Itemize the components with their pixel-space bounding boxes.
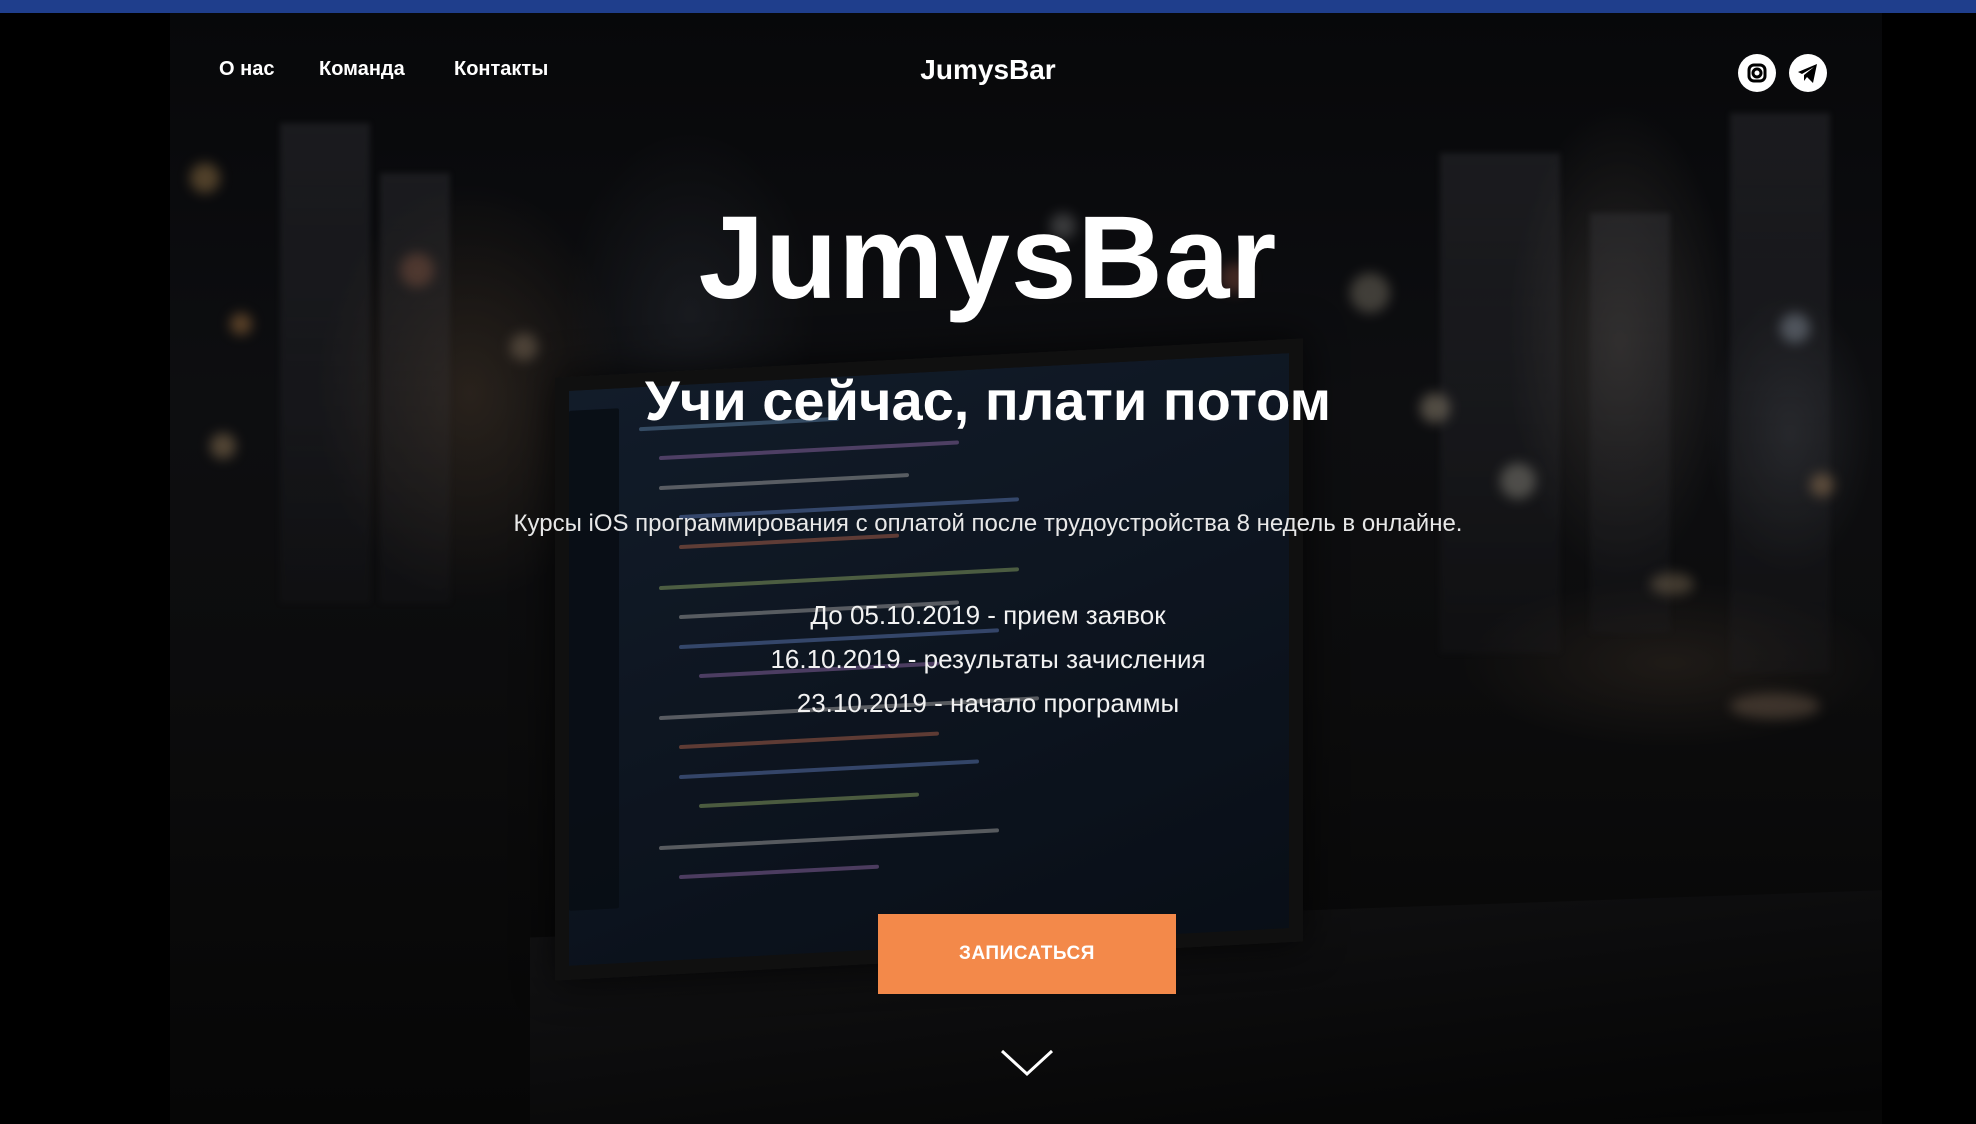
hero-description: Курсы iOS программирования с оплатой пос… [513,510,1463,537]
nav-link-about[interactable]: О нас [219,58,274,81]
signup-button[interactable]: ЗАПИСАТЬСЯ [878,914,1176,994]
nav-brand-logo[interactable]: JumysBar [920,54,1055,85]
telegram-icon[interactable] [1789,54,1827,92]
page-frame: О нас Команда Контакты JumysBar JumysBar… [0,0,1976,1124]
browser-top-border [0,0,1976,13]
hero-subtitle: Учи сейчас, плати потом [644,369,1332,432]
chevron-down-icon[interactable] [1000,1048,1054,1083]
date-program-start: 23.10.2019 - начало программы [796,688,1180,718]
date-results: 16.10.2019 - результаты зачисления [770,644,1206,674]
nav-link-contacts[interactable]: Контакты [454,58,548,81]
hero-title: JumysBar [698,192,1278,324]
instagram-icon[interactable] [1738,54,1776,92]
nav-link-team[interactable]: Команда [319,58,405,81]
date-applications: До 05.10.2019 - прием заявок [810,600,1166,630]
